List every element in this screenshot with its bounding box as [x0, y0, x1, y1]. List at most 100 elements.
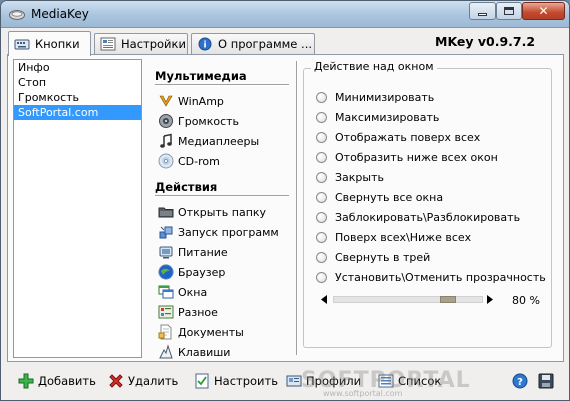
- svg-text:i: i: [203, 41, 206, 51]
- bottom-toolbar: Добавить Удалить Настроить Профили Списо…: [1, 367, 569, 397]
- radio-button[interactable]: [316, 172, 327, 183]
- tab-about[interactable]: i О программе ...: [191, 33, 315, 54]
- radio-button[interactable]: [316, 252, 327, 263]
- radio-always-on-top[interactable]: Отображать поверх всех: [316, 129, 480, 146]
- settings-icon: [100, 37, 116, 51]
- category-label: Открыть папку: [178, 205, 267, 219]
- button-list[interactable]: Инфо Стоп Громкость SoftPortal.com: [13, 59, 142, 358]
- app-icon: [9, 10, 25, 20]
- radio-button[interactable]: [316, 232, 327, 243]
- radio-maximize[interactable]: Максимизировать: [316, 109, 439, 126]
- configure-button[interactable]: Настроить: [194, 371, 278, 391]
- category-label: Громкость: [178, 114, 240, 128]
- radio-to-tray[interactable]: Свернуть в трей: [316, 249, 430, 266]
- add-button[interactable]: Добавить: [18, 371, 96, 391]
- category-label: Браузер: [178, 265, 226, 279]
- list-item[interactable]: Громкость: [14, 90, 141, 105]
- tab-buttons[interactable]: Кнопки: [8, 31, 91, 56]
- help-icon[interactable]: ?: [512, 373, 528, 389]
- documents-icon: [158, 324, 172, 340]
- radio-label: Поверх всех\Ниже всех: [335, 231, 472, 244]
- category-label: Медиаплееры: [178, 134, 260, 148]
- category-label: Документы: [178, 325, 244, 339]
- configure-label: Настроить: [214, 374, 279, 388]
- multimedia-heading: Мультимедиа: [155, 69, 247, 83]
- svg-text:?: ?: [517, 377, 523, 388]
- configure-icon: [195, 373, 209, 389]
- radio-label: Установить\Отменить прозрачность: [335, 271, 546, 284]
- radio-button[interactable]: [316, 92, 327, 103]
- slider-right-arrow-icon[interactable]: [486, 295, 494, 304]
- music-note-icon: [160, 133, 172, 148]
- category-windows[interactable]: Окна: [158, 283, 207, 301]
- radio-lock-unlock[interactable]: Заблокировать\Разблокировать: [316, 209, 520, 226]
- radio-transparency[interactable]: Установить\Отменить прозрачность: [316, 269, 546, 286]
- list-item-selected[interactable]: SoftPortal.com: [14, 105, 141, 120]
- category-label: Окна: [178, 285, 208, 299]
- watermark-url: www.softportal.com: [323, 389, 403, 398]
- transparency-slider[interactable]: [333, 296, 483, 303]
- category-label: Питание: [178, 245, 228, 259]
- radio-label: Свернуть в трей: [335, 251, 431, 264]
- power-icon: [159, 246, 173, 259]
- list-item[interactable]: Инфо: [14, 60, 141, 75]
- delete-button[interactable]: Удалить: [108, 371, 178, 391]
- list-item[interactable]: Стоп: [14, 75, 141, 90]
- category-label: CD-rom: [178, 154, 220, 168]
- app-window: MediaKey ✕ Кнопки Настройки i О программ…: [0, 0, 570, 401]
- category-label: WinAmp: [178, 94, 224, 108]
- category-run-programs[interactable]: Запуск программ: [158, 223, 279, 241]
- speaker-icon: [159, 114, 173, 128]
- winamp-icon: [159, 95, 173, 107]
- browser-icon: [158, 264, 174, 280]
- delete-label: Удалить: [128, 374, 179, 388]
- plus-icon: [18, 373, 34, 389]
- radio-label: Минимизировать: [335, 91, 435, 104]
- radio-top-bottom[interactable]: Поверх всех\Ниже всех: [316, 229, 471, 246]
- maximize-button[interactable]: [496, 2, 522, 20]
- slider-thumb[interactable]: [440, 296, 456, 303]
- title-bar[interactable]: MediaKey ✕: [1, 1, 569, 28]
- folder-icon: [158, 207, 174, 218]
- category-power[interactable]: Питание: [158, 243, 228, 261]
- transparency-value: 80 %: [512, 294, 540, 307]
- radio-button[interactable]: [316, 132, 327, 143]
- radio-label: Максимизировать: [335, 111, 440, 124]
- tab-settings[interactable]: Настройки: [94, 33, 188, 54]
- close-button[interactable]: ✕: [522, 2, 565, 20]
- radio-label: Отображать поверх всех: [335, 131, 481, 144]
- radio-button[interactable]: [316, 192, 327, 203]
- tab-label: Настройки: [121, 37, 186, 51]
- divider: [155, 195, 289, 197]
- category-documents[interactable]: Документы: [158, 323, 244, 341]
- category-open-folder[interactable]: Открыть папку: [158, 203, 266, 221]
- radio-label: Закрыть: [335, 171, 384, 184]
- save-icon[interactable]: [538, 373, 554, 389]
- radio-button[interactable]: [316, 112, 327, 123]
- category-cdrom[interactable]: CD-rom: [158, 152, 220, 170]
- minimize-button[interactable]: [469, 2, 496, 20]
- radio-button[interactable]: [316, 272, 327, 283]
- cd-icon: [158, 153, 174, 169]
- radio-minimize[interactable]: Минимизировать: [316, 89, 434, 106]
- programs-icon: [159, 226, 173, 239]
- category-browser[interactable]: Браузер: [158, 263, 225, 281]
- action-categories: Мультимедиа WinAmp Громкость Медиаплееры…: [146, 59, 296, 361]
- radio-button[interactable]: [316, 152, 327, 163]
- category-winamp[interactable]: WinAmp: [158, 92, 224, 110]
- windows-icon: [158, 285, 174, 299]
- category-keys[interactable]: Клавиши: [158, 343, 230, 361]
- category-mediaplayers[interactable]: Медиаплееры: [158, 132, 259, 150]
- version-label: MKey v0.9.7.2: [435, 34, 536, 49]
- radio-close[interactable]: Закрыть: [316, 169, 384, 186]
- vertical-divider: [296, 61, 298, 355]
- radio-below-all[interactable]: Отобразить ниже всех окон: [316, 149, 498, 166]
- radio-label: Заблокировать\Разблокировать: [335, 211, 521, 224]
- radio-label: Отобразить ниже всех окон: [335, 151, 498, 164]
- radio-button[interactable]: [316, 212, 327, 223]
- category-volume[interactable]: Громкость: [158, 112, 239, 130]
- slider-left-arrow-icon[interactable]: [320, 295, 328, 304]
- info-icon: i: [198, 37, 212, 51]
- category-misc[interactable]: Разное: [158, 303, 218, 321]
- radio-minimize-all[interactable]: Свернуть все окна: [316, 189, 443, 206]
